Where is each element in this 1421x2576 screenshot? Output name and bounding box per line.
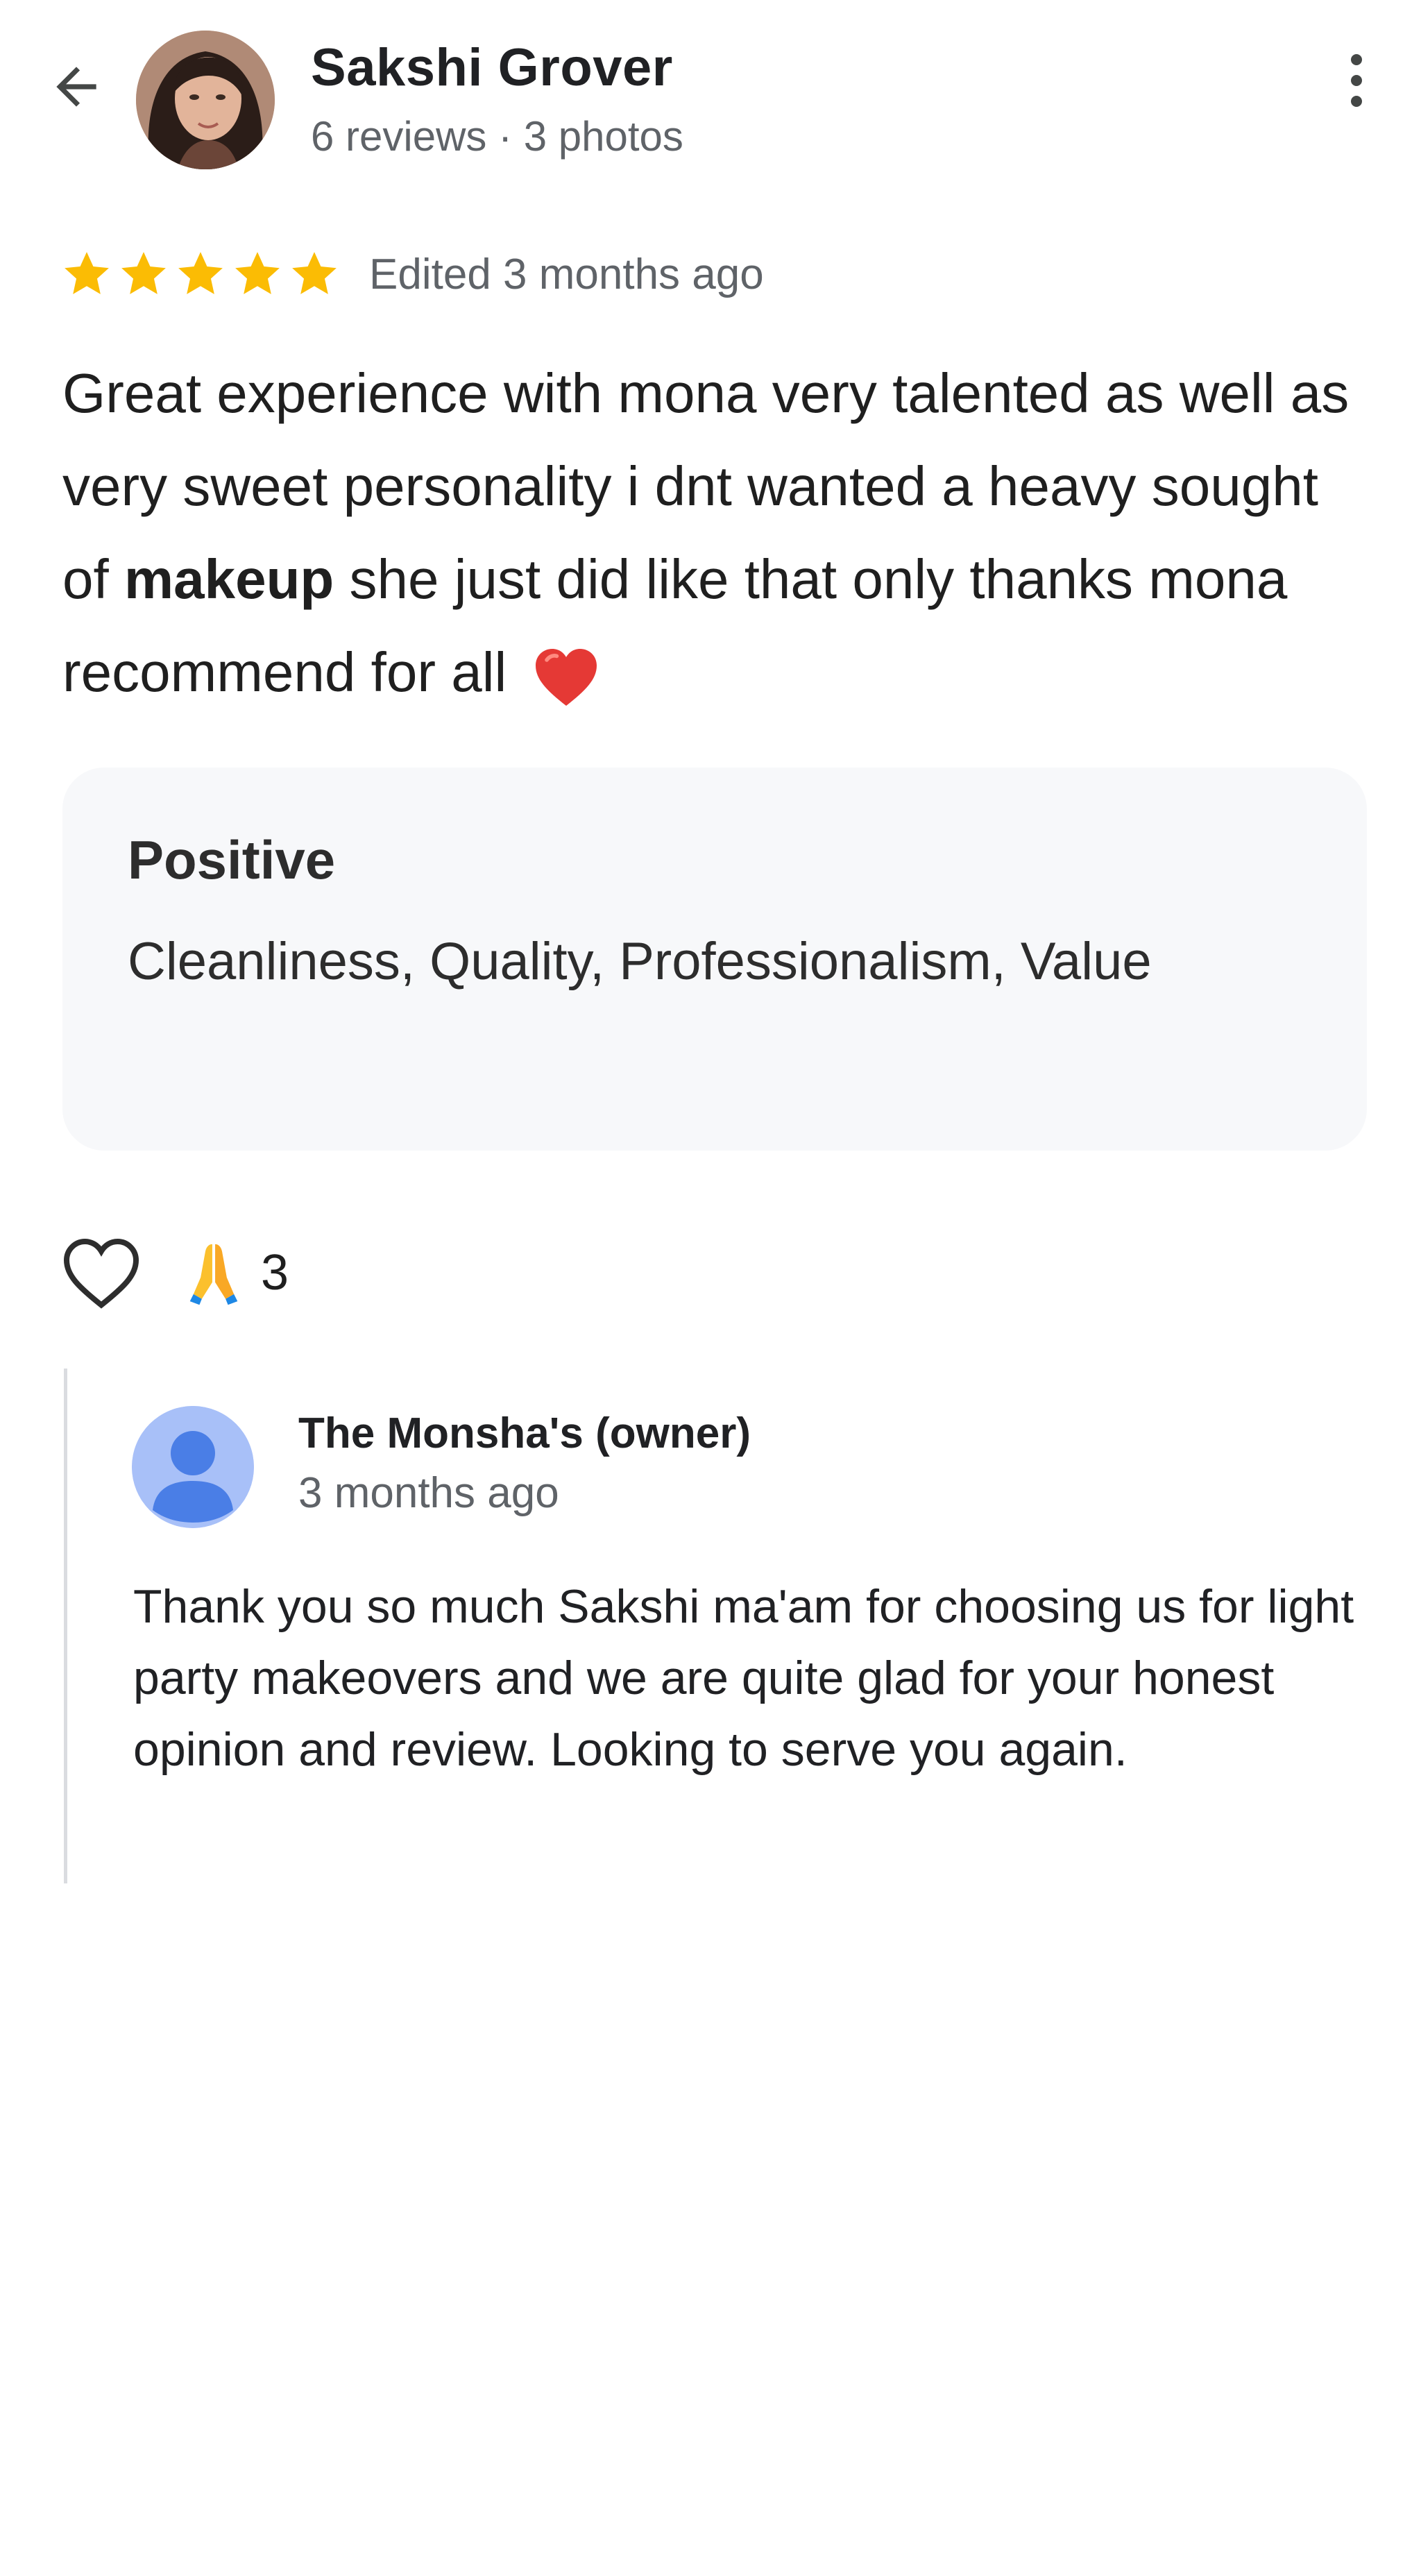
reviewer-meta: 6 reviews · 3 photos: [311, 113, 683, 160]
back-button[interactable]: [38, 49, 114, 125]
arrow-back-icon: [56, 67, 96, 107]
rating-row: Edited 3 months ago: [60, 243, 764, 305]
red-heart-emoji: [536, 648, 597, 706]
positive-values: Cleanliness, Quality, Professionalism, V…: [128, 932, 1152, 991]
review-detail-page: Sakshi Grover 6 reviews · 3 photos Edite…: [0, 0, 1421, 2576]
star-icon: [121, 252, 166, 294]
star-icon: [65, 252, 109, 294]
star-icon: [292, 252, 337, 294]
positive-attributes-card: Positive Cleanliness, Quality, Professio…: [62, 768, 1367, 1151]
star-rating: [60, 247, 341, 301]
reviewer-header: Sakshi Grover 6 reviews · 3 photos: [0, 0, 1421, 194]
owner-name: The Monsha's (owner): [298, 1409, 751, 1457]
reply-divider: [64, 1368, 67, 1883]
reaction-count: 3: [261, 1245, 289, 1300]
default-person-avatar-icon: [132, 1406, 254, 1528]
reviewer-name[interactable]: Sakshi Grover: [311, 37, 673, 98]
like-button[interactable]: [60, 1231, 143, 1314]
positive-title: Positive: [128, 829, 336, 890]
edited-timestamp: Edited 3 months ago: [369, 250, 764, 298]
more-options-button[interactable]: [1325, 46, 1388, 115]
heart-outline-icon: [63, 1238, 139, 1309]
folded-hands-emoji[interactable]: [185, 1239, 243, 1306]
owner-reply-text: Thank you so much Sakshi ma'am for choos…: [133, 1580, 1354, 1776]
reviewer-photo: [136, 31, 275, 169]
owner-reply-time: 3 months ago: [298, 1469, 559, 1517]
star-icon: [178, 252, 223, 294]
more-vert-dot: [1351, 75, 1362, 86]
review-text: Great experience with mona very talented…: [62, 347, 1367, 719]
reviewer-avatar[interactable]: [136, 31, 275, 169]
reactions-row: 3: [60, 1231, 289, 1314]
star-icon: [235, 252, 280, 294]
owner-avatar: [132, 1406, 254, 1528]
review-highlighted-keyword: makeup: [124, 548, 334, 610]
more-vert-icon: [1351, 54, 1362, 65]
more-vert-dot: [1351, 96, 1362, 107]
